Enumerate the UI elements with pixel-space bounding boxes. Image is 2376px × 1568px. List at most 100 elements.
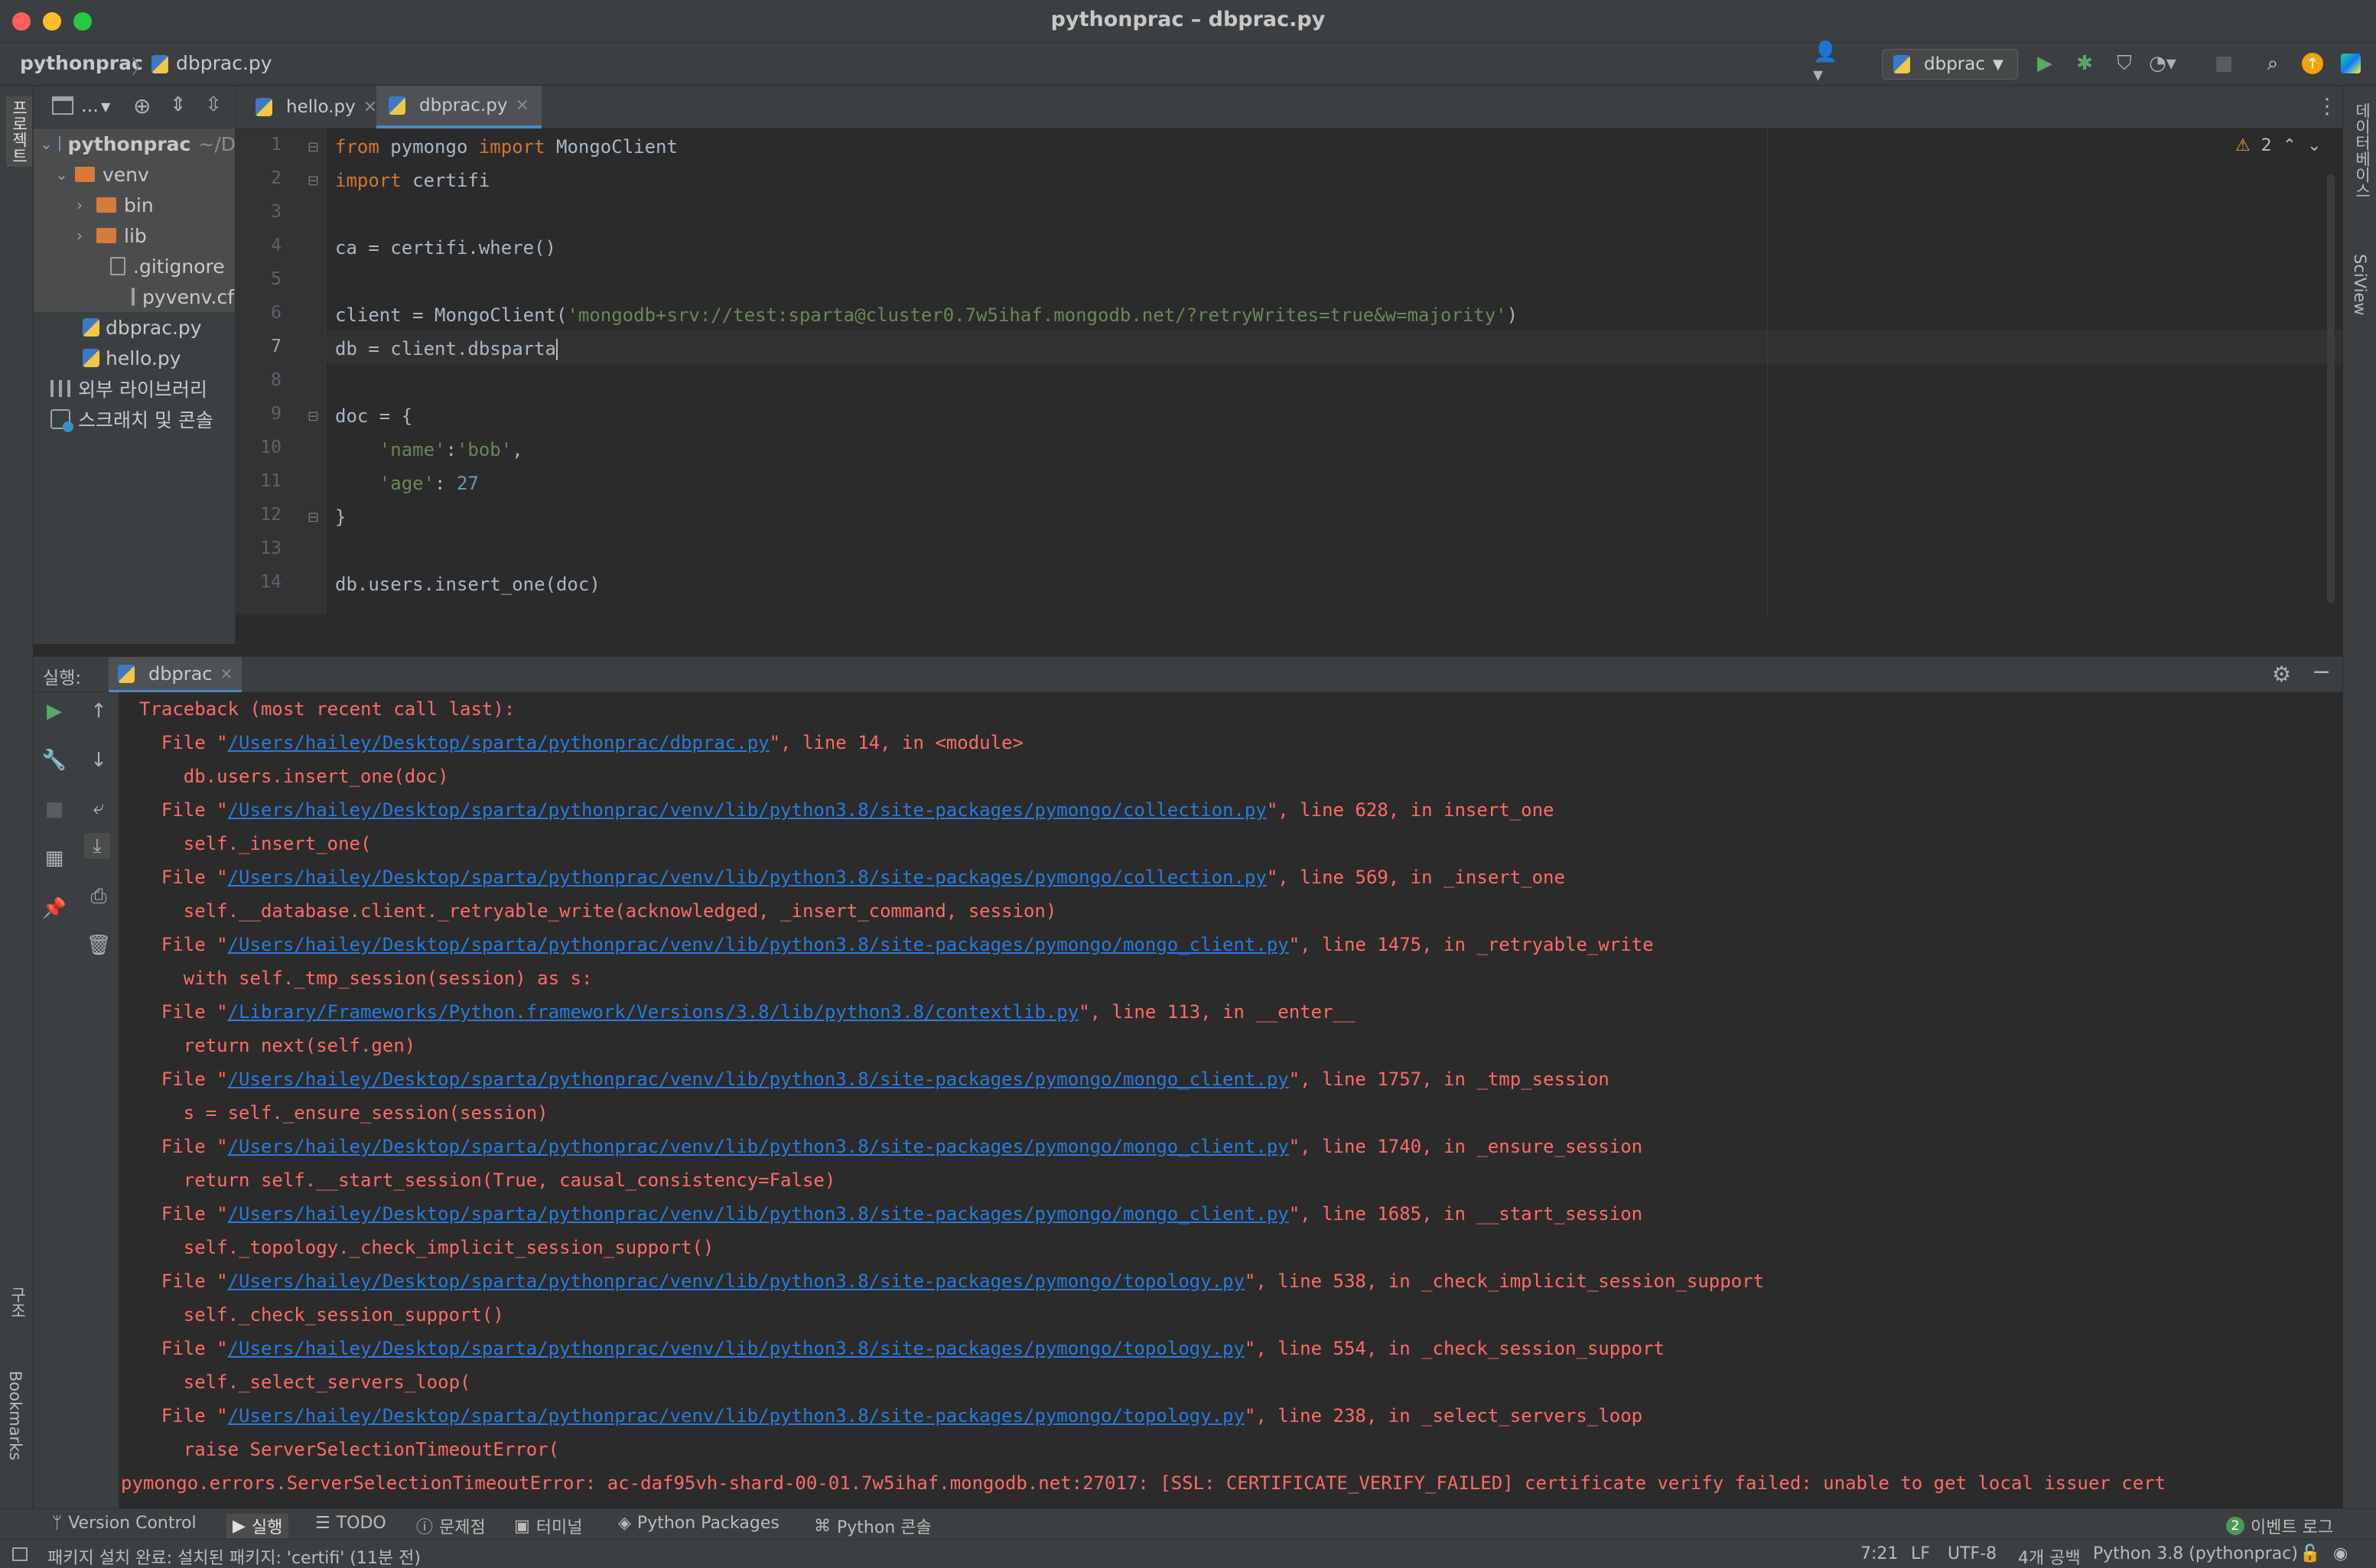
- project-view-icon[interactable]: [52, 96, 73, 115]
- breadcrumb-project[interactable]: pythonprac: [20, 52, 143, 74]
- memory-indicator-icon[interactable]: ◉: [2333, 1544, 2348, 1563]
- fold-icon[interactable]: ⊟: [308, 509, 319, 525]
- database-tool-window-button[interactable]: 데이터베이스: [2351, 102, 2374, 199]
- tree-item-scratches[interactable]: 스크래치 및 콘솔: [34, 404, 235, 434]
- inspection-widget[interactable]: ⚠ 2 ⌃ ⌄: [2235, 136, 2322, 155]
- file-encoding[interactable]: UTF-8: [1948, 1544, 1997, 1563]
- code-editor[interactable]: 1 2 3 4 5 6 7 8 9 10 11 12 13 14 ⊟ ⊟ ⊟ ⊟…: [236, 128, 2342, 614]
- python-console-tab[interactable]: ⌘ Python 콘솔: [814, 1514, 932, 1538]
- status-message[interactable]: 패키지 설치 완료: 설치된 패키지: 'certifi' (11분 전): [47, 1544, 421, 1568]
- fold-icon[interactable]: ⊟: [308, 139, 319, 155]
- sciview-tool-window-button[interactable]: SciView: [2351, 254, 2369, 316]
- fold-icon[interactable]: ⊟: [308, 408, 319, 425]
- chevron-down-icon[interactable]: ⌄: [40, 135, 53, 153]
- scroll-down-icon[interactable]: ↓: [86, 747, 112, 773]
- run-configuration-select[interactable]: dbprac ▼: [1882, 49, 2018, 80]
- file-link[interactable]: /Users/hailey/Desktop/sparta/pythonprac/…: [228, 1405, 1245, 1426]
- python-file-icon: [256, 98, 272, 116]
- chevron-down-icon[interactable]: ⌄: [55, 165, 69, 184]
- rerun-icon[interactable]: ▶: [41, 698, 67, 724]
- indent-setting[interactable]: 4개 공백: [2018, 1544, 2081, 1568]
- file-link[interactable]: /Users/hailey/Desktop/sparta/pythonprac/…: [228, 867, 1267, 888]
- event-log-tab[interactable]: 2 이벤트 로그: [2226, 1514, 2333, 1538]
- file-link[interactable]: /Users/hailey/Desktop/sparta/pythonprac/…: [228, 1136, 1289, 1157]
- settings-icon[interactable]: ⚙: [2272, 662, 2291, 687]
- more-tabs-icon[interactable]: ⋮: [2316, 93, 2338, 119]
- tree-item-label: lib: [124, 224, 147, 247]
- run-tab-dbprac[interactable]: dbprac ✕: [109, 657, 242, 692]
- search-icon[interactable]: ⌕: [2260, 50, 2286, 76]
- layout-icon[interactable]: ▦: [41, 845, 67, 871]
- console-output[interactable]: Traceback (most recent call last): File …: [119, 692, 2342, 1509]
- caret-position[interactable]: 7:21: [1860, 1544, 1898, 1563]
- project-tool-window-button[interactable]: 프로젝트: [6, 96, 32, 167]
- chevron-right-icon[interactable]: ›: [76, 226, 90, 245]
- console-line: self.__database.client._retryable_write(…: [139, 900, 1057, 922]
- file-link[interactable]: /Users/hailey/Desktop/sparta/pythonprac/…: [228, 732, 770, 753]
- tree-item-root[interactable]: ⌄ pythonprac ~/D: [34, 128, 235, 159]
- file-link[interactable]: /Users/hailey/Desktop/sparta/pythonprac/…: [228, 1270, 1245, 1292]
- tree-item-gitignore[interactable]: .gitignore: [34, 251, 235, 281]
- tree-item-external-libraries[interactable]: 외부 라이브러리: [34, 373, 235, 404]
- structure-tool-window-button[interactable]: 구조: [6, 1287, 29, 1319]
- version-control-tab[interactable]: ᛘ Version Control: [52, 1514, 197, 1533]
- tree-item-bin[interactable]: › bin: [34, 190, 235, 220]
- chevron-right-icon[interactable]: ›: [76, 196, 90, 214]
- breadcrumb-file[interactable]: dbprac.py: [176, 52, 272, 74]
- line-separator[interactable]: LF: [1911, 1544, 1930, 1563]
- debug-icon[interactable]: ✱: [2072, 50, 2098, 76]
- editor-scrollbar[interactable]: [2327, 174, 2335, 603]
- pin-icon[interactable]: 📌: [41, 896, 67, 922]
- profile-icon[interactable]: ◔▾: [2149, 50, 2176, 76]
- file-link[interactable]: /Users/hailey/Desktop/sparta/pythonprac/…: [228, 1338, 1245, 1359]
- account-icon[interactable]: 👤▾: [1813, 41, 1839, 86]
- minimize-panel-icon[interactable]: −: [2312, 659, 2331, 685]
- tree-item-venv[interactable]: ⌄ venv: [34, 159, 235, 190]
- file-link[interactable]: /Users/hailey/Desktop/sparta/pythonprac/…: [228, 1203, 1289, 1225]
- terminal-tab[interactable]: ▣ 터미널: [514, 1514, 583, 1538]
- code-line-2: import certifi: [335, 170, 490, 191]
- edit-configuration-icon[interactable]: 🔧: [41, 747, 67, 773]
- scroll-to-end-icon[interactable]: ⤓: [84, 833, 110, 859]
- expand-all-icon[interactable]: ⇕: [170, 93, 187, 116]
- fold-icon[interactable]: ⊟: [308, 173, 319, 189]
- project-view-select[interactable]: ...: [81, 95, 99, 116]
- close-tab-icon[interactable]: ✕: [363, 98, 377, 117]
- chevron-down-icon[interactable]: ▼: [101, 99, 110, 114]
- bookmarks-tool-window-button[interactable]: Bookmarks: [6, 1371, 24, 1460]
- print-icon[interactable]: ⎙: [86, 883, 112, 909]
- todo-tab[interactable]: ☰ TODO: [315, 1514, 386, 1533]
- lock-icon[interactable]: 🔓: [2300, 1544, 2320, 1563]
- locate-file-icon[interactable]: ⊕: [133, 93, 151, 119]
- close-tab-icon[interactable]: ✕: [516, 96, 529, 115]
- tree-item-dbprac[interactable]: dbprac.py: [34, 312, 235, 343]
- status-toggle-icon[interactable]: [12, 1547, 28, 1561]
- python-interpreter[interactable]: Python 3.8 (pythonprac): [2093, 1544, 2298, 1563]
- python-packages-tab[interactable]: ◈ Python Packages: [618, 1514, 780, 1533]
- jetbrains-logo-icon[interactable]: [2338, 50, 2364, 76]
- tab-dbprac-py[interactable]: dbprac.py ✕: [376, 86, 542, 128]
- close-tab-icon[interactable]: ✕: [220, 665, 233, 683]
- run-icon[interactable]: ▶: [2032, 50, 2058, 76]
- file-link[interactable]: /Users/hailey/Desktop/sparta/pythonprac/…: [228, 1069, 1289, 1090]
- collapse-all-icon[interactable]: ⇳: [205, 93, 222, 116]
- coverage-icon[interactable]: ⛉: [2111, 50, 2137, 76]
- file-link[interactable]: /Library/Frameworks/Python.framework/Ver…: [228, 1001, 1079, 1023]
- update-icon[interactable]: ↑: [2300, 50, 2326, 76]
- problems-tab[interactable]: ⓘ 문제점: [416, 1514, 486, 1538]
- file-link[interactable]: /Users/hailey/Desktop/sparta/pythonprac/…: [228, 799, 1267, 821]
- clear-all-icon[interactable]: 🗑: [86, 932, 112, 958]
- next-highlight-icon[interactable]: ⌄: [2307, 136, 2321, 155]
- tree-item-pyvenv[interactable]: pyvenv.cfg: [34, 281, 235, 312]
- previous-highlight-icon[interactable]: ⌃: [2283, 136, 2296, 155]
- scroll-up-icon[interactable]: ↑: [86, 698, 112, 724]
- stop-icon[interactable]: ■: [2211, 50, 2237, 76]
- stop-icon[interactable]: ■: [41, 796, 67, 822]
- soft-wrap-icon[interactable]: ⤶: [86, 795, 112, 821]
- file-link[interactable]: /Users/hailey/Desktop/sparta/pythonprac/…: [228, 934, 1289, 955]
- line-number: 9: [271, 404, 282, 424]
- tree-item-lib[interactable]: › lib: [34, 220, 235, 251]
- run-tab[interactable]: ▶ 실행: [226, 1514, 289, 1538]
- tab-hello-py[interactable]: hello.py ✕: [243, 86, 389, 128]
- tree-item-hello[interactable]: hello.py: [34, 343, 235, 373]
